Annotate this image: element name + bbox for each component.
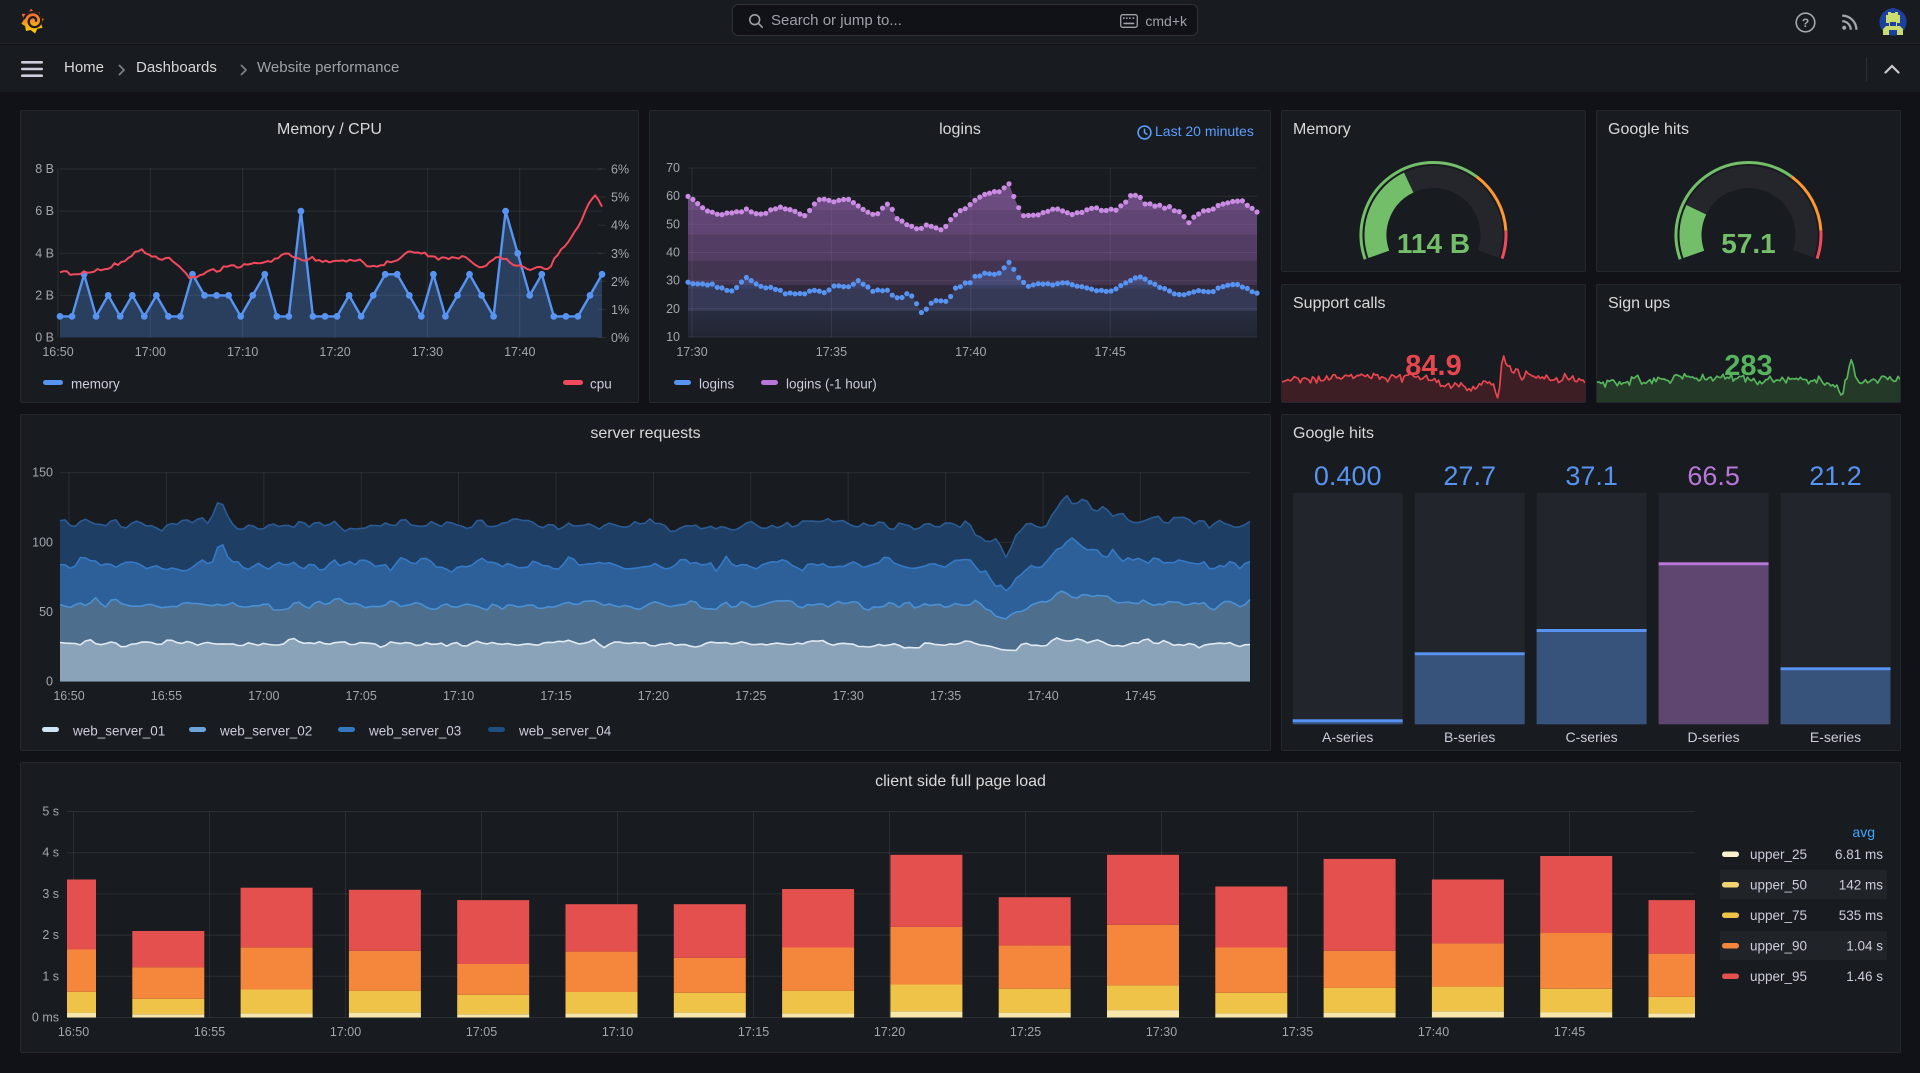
svg-text:2 B: 2 B: [35, 288, 54, 302]
svg-text:16:50: 16:50: [42, 345, 73, 359]
svg-text:1%: 1%: [611, 303, 629, 317]
svg-text:17:20: 17:20: [874, 1025, 905, 1039]
svg-text:17:20: 17:20: [319, 345, 350, 359]
svg-text:20: 20: [666, 302, 680, 316]
svg-text:3 s: 3 s: [42, 887, 59, 901]
svg-text:17:40: 17:40: [1418, 1025, 1449, 1039]
svg-text:0%: 0%: [611, 331, 629, 345]
svg-text:17:15: 17:15: [738, 1025, 769, 1039]
svg-text:17:05: 17:05: [346, 689, 377, 703]
svg-text:0: 0: [46, 675, 53, 689]
svg-text:66.5: 66.5: [1687, 461, 1740, 491]
svg-text:535 ms: 535 ms: [1839, 908, 1884, 923]
svg-text:web_server_04: web_server_04: [518, 724, 612, 739]
svg-text:cpu: cpu: [590, 377, 612, 392]
svg-text:logins: logins: [699, 377, 735, 392]
svg-text:50: 50: [39, 605, 53, 619]
svg-text:upper_75: upper_75: [1750, 908, 1807, 923]
svg-text:B-series: B-series: [1444, 729, 1495, 745]
svg-text:A-series: A-series: [1322, 729, 1373, 745]
svg-text:17:00: 17:00: [248, 689, 279, 703]
svg-text:100: 100: [32, 535, 53, 549]
svg-text:memory: memory: [71, 377, 120, 392]
svg-text:17:25: 17:25: [735, 689, 766, 703]
svg-text:17:10: 17:10: [227, 345, 258, 359]
svg-text:4 B: 4 B: [35, 246, 54, 260]
svg-text:0 ms: 0 ms: [32, 1011, 59, 1025]
svg-text:17:40: 17:40: [1027, 689, 1058, 703]
svg-text:17:45: 17:45: [1125, 689, 1156, 703]
svg-text:4%: 4%: [611, 219, 629, 233]
svg-text:6 B: 6 B: [35, 204, 54, 218]
svg-text:?: ?: [1802, 16, 1809, 30]
svg-text:6.81 ms: 6.81 ms: [1835, 847, 1883, 862]
svg-text:17:35: 17:35: [930, 689, 961, 703]
svg-text:17:40: 17:40: [955, 345, 986, 359]
svg-text:web_server_01: web_server_01: [72, 724, 165, 739]
svg-text:17:40: 17:40: [504, 345, 535, 359]
svg-text:17:35: 17:35: [816, 345, 847, 359]
svg-text:0.400: 0.400: [1314, 461, 1382, 491]
svg-text:16:55: 16:55: [194, 1025, 225, 1039]
svg-text:upper_50: upper_50: [1750, 877, 1807, 892]
svg-text:27.7: 27.7: [1443, 461, 1496, 491]
svg-text:3%: 3%: [611, 247, 629, 261]
svg-text:17:20: 17:20: [638, 689, 669, 703]
svg-text:37.1: 37.1: [1565, 461, 1618, 491]
svg-text:1.46 s: 1.46 s: [1846, 969, 1883, 984]
svg-text:upper_25: upper_25: [1750, 847, 1807, 862]
svg-text:16:50: 16:50: [58, 1025, 89, 1039]
svg-text:10: 10: [666, 330, 680, 344]
svg-text:17:30: 17:30: [676, 345, 707, 359]
svg-text:21.2: 21.2: [1809, 461, 1862, 491]
svg-text:upper_90: upper_90: [1750, 938, 1807, 953]
svg-text:8 B: 8 B: [35, 162, 54, 176]
svg-text:70: 70: [666, 161, 680, 175]
svg-text:17:00: 17:00: [135, 345, 166, 359]
svg-text:17:10: 17:10: [602, 1025, 633, 1039]
svg-text:30: 30: [666, 274, 680, 288]
svg-text:17:25: 17:25: [1010, 1025, 1041, 1039]
svg-text:84.9: 84.9: [1405, 350, 1461, 382]
svg-text:logins (-1 hour): logins (-1 hour): [786, 377, 877, 392]
svg-text:17:00: 17:00: [330, 1025, 361, 1039]
svg-text:142 ms: 142 ms: [1839, 877, 1884, 892]
svg-text:upper_95: upper_95: [1750, 969, 1807, 984]
svg-text:6%: 6%: [611, 163, 629, 177]
svg-text:1.04 s: 1.04 s: [1846, 938, 1883, 953]
svg-text:17:35: 17:35: [1282, 1025, 1313, 1039]
svg-text:150: 150: [32, 466, 53, 480]
svg-text:60: 60: [666, 189, 680, 203]
svg-text:web_server_02: web_server_02: [219, 724, 312, 739]
svg-text:57.1: 57.1: [1721, 228, 1776, 259]
svg-text:16:55: 16:55: [151, 689, 182, 703]
svg-text:283: 283: [1724, 350, 1772, 382]
svg-text:17:15: 17:15: [540, 689, 571, 703]
svg-text:17:30: 17:30: [412, 345, 443, 359]
svg-text:17:45: 17:45: [1554, 1025, 1585, 1039]
svg-text:17:05: 17:05: [466, 1025, 497, 1039]
svg-text:avg: avg: [1852, 824, 1875, 840]
svg-text:2 s: 2 s: [42, 928, 59, 942]
svg-text:web_server_03: web_server_03: [368, 724, 461, 739]
svg-text:17:10: 17:10: [443, 689, 474, 703]
svg-text:5 s: 5 s: [42, 805, 59, 819]
svg-text:E-series: E-series: [1810, 729, 1861, 745]
svg-text:5%: 5%: [611, 191, 629, 205]
svg-text:16:50: 16:50: [53, 689, 84, 703]
svg-text:4 s: 4 s: [42, 846, 59, 860]
svg-text:40: 40: [666, 246, 680, 260]
svg-text:17:30: 17:30: [1146, 1025, 1177, 1039]
svg-text:C-series: C-series: [1566, 729, 1618, 745]
svg-text:50: 50: [666, 217, 680, 231]
svg-text:D-series: D-series: [1688, 729, 1740, 745]
svg-text:1 s: 1 s: [42, 969, 59, 983]
svg-text:114 B: 114 B: [1397, 228, 1470, 259]
svg-text:17:30: 17:30: [833, 689, 864, 703]
svg-text:17:45: 17:45: [1095, 345, 1126, 359]
svg-text:2%: 2%: [611, 275, 629, 289]
svg-text:0 B: 0 B: [35, 331, 54, 345]
